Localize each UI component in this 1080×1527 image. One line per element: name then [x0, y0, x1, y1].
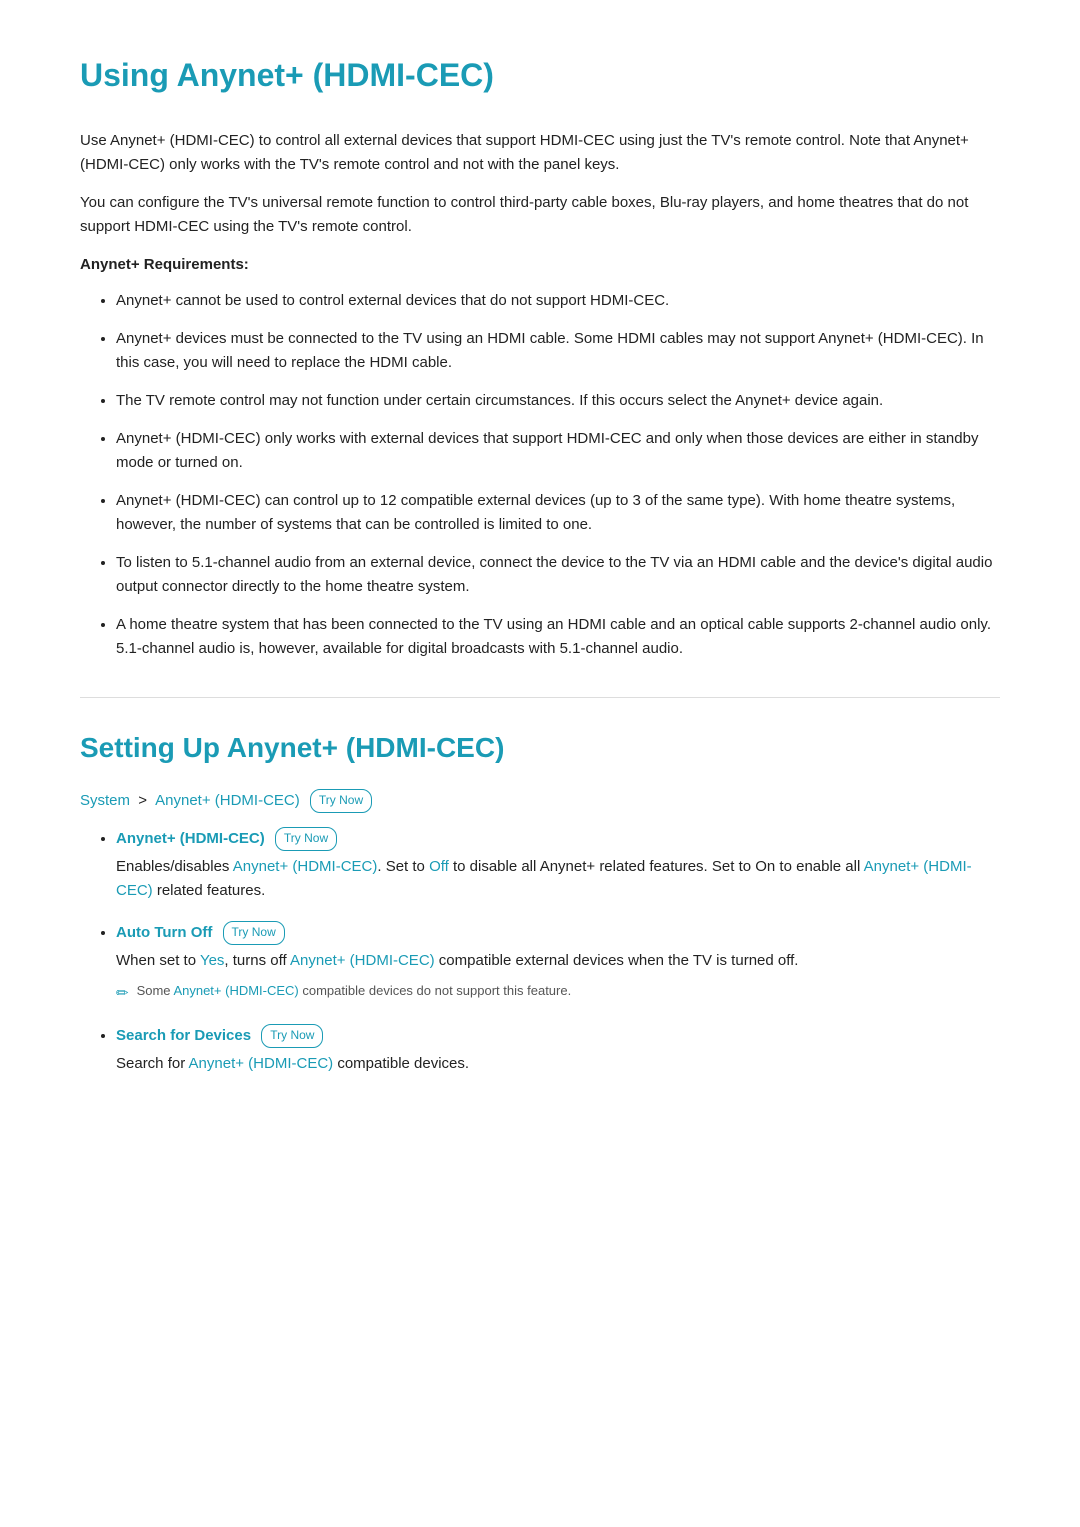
section-divider — [80, 697, 1000, 698]
list-item: The TV remote control may not function u… — [116, 389, 1000, 413]
setting-desc-auto-turn-off: When set to Yes, turns off Anynet+ (HDMI… — [116, 949, 1000, 973]
requirements-heading: Anynet+ Requirements: — [80, 253, 1000, 277]
breadcrumb-try-now-badge[interactable]: Try Now — [310, 789, 372, 812]
yes-ref: Yes — [200, 952, 224, 969]
setting-label-anynet: Anynet+ (HDMI-CEC) — [116, 830, 265, 847]
list-item: Anynet+ (HDMI-CEC) only works with exter… — [116, 427, 1000, 475]
anynet-ref-search: Anynet+ (HDMI-CEC) — [189, 1055, 334, 1072]
anynet-ref-auto: Anynet+ (HDMI-CEC) — [290, 952, 435, 969]
setting-badge-auto-turn-off[interactable]: Try Now — [223, 921, 285, 944]
setting-label-search-devices: Search for Devices — [116, 1027, 251, 1044]
breadcrumb-part2: Anynet+ (HDMI-CEC) — [155, 792, 300, 809]
setting-badge-anynet[interactable]: Try Now — [275, 827, 337, 850]
list-item: Anynet+ devices must be connected to the… — [116, 327, 1000, 375]
setting-item-auto-turn-off: Auto Turn Off Try Now When set to Yes, t… — [116, 921, 1000, 1006]
breadcrumb-separator: > — [138, 792, 151, 809]
section2-title: Setting Up Anynet+ (HDMI-CEC) — [80, 726, 1000, 771]
setting-item-search-devices: Search for Devices Try Now Search for An… — [116, 1024, 1000, 1076]
note-icon: ✏ — [116, 982, 129, 1006]
settings-list: Anynet+ (HDMI-CEC) Try Now Enables/disab… — [80, 827, 1000, 1076]
off-ref: Off — [429, 858, 449, 875]
breadcrumb: System > Anynet+ (HDMI-CEC) Try Now — [80, 789, 1000, 813]
setting-desc-search-devices: Search for Anynet+ (HDMI-CEC) compatible… — [116, 1052, 1000, 1076]
list-item: A home theatre system that has been conn… — [116, 613, 1000, 661]
list-item: Anynet+ cannot be used to control extern… — [116, 289, 1000, 313]
breadcrumb-part1: System — [80, 792, 130, 809]
anynet-ref-note: Anynet+ (HDMI-CEC) — [173, 983, 298, 998]
note-row-auto-turn-off: ✏ Some Anynet+ (HDMI-CEC) compatible dev… — [116, 981, 1000, 1006]
page-title: Using Anynet+ (HDMI-CEC) — [80, 50, 1000, 101]
list-item: To listen to 5.1-channel audio from an e… — [116, 551, 1000, 599]
setting-item-anynet: Anynet+ (HDMI-CEC) Try Now Enables/disab… — [116, 827, 1000, 903]
anynet-ref-1: Anynet+ (HDMI-CEC) — [233, 858, 378, 875]
note-text-auto-turn-off: Some Anynet+ (HDMI-CEC) compatible devic… — [137, 981, 572, 1002]
intro-paragraph-1: Use Anynet+ (HDMI-CEC) to control all ex… — [80, 129, 1000, 177]
requirements-list: Anynet+ cannot be used to control extern… — [80, 289, 1000, 661]
intro-paragraph-2: You can configure the TV's universal rem… — [80, 191, 1000, 239]
setting-badge-search-devices[interactable]: Try Now — [261, 1024, 323, 1047]
list-item: Anynet+ (HDMI-CEC) can control up to 12 … — [116, 489, 1000, 537]
setting-desc-anynet: Enables/disables Anynet+ (HDMI-CEC). Set… — [116, 855, 1000, 903]
setting-label-auto-turn-off: Auto Turn Off — [116, 924, 212, 941]
